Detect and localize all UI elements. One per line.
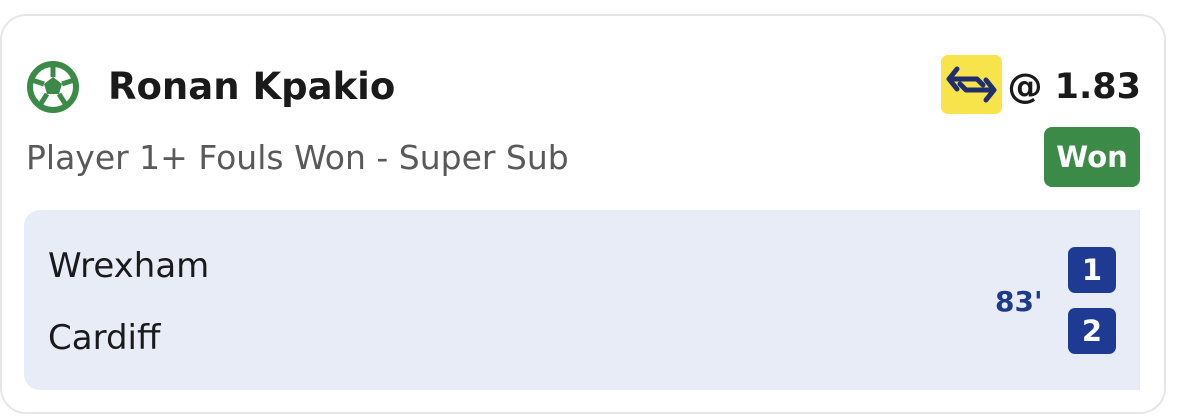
away-score: 2: [1068, 308, 1116, 354]
market-description: Player 1+ Fouls Won - Super Sub: [26, 138, 569, 177]
home-score: 1: [1068, 247, 1116, 293]
player-name: Ronan Kpakio: [108, 65, 396, 108]
match-time: 83': [995, 285, 1043, 318]
bet-swap-icon[interactable]: [941, 55, 1002, 114]
football-icon: [27, 61, 79, 113]
match-score-panel[interactable]: [24, 210, 1140, 390]
away-team-name: Cardiff: [48, 318, 161, 358]
home-team-name: Wrexham: [48, 246, 210, 286]
odds-value: @ 1.83: [1007, 67, 1141, 107]
status-badge: Won: [1044, 127, 1140, 187]
